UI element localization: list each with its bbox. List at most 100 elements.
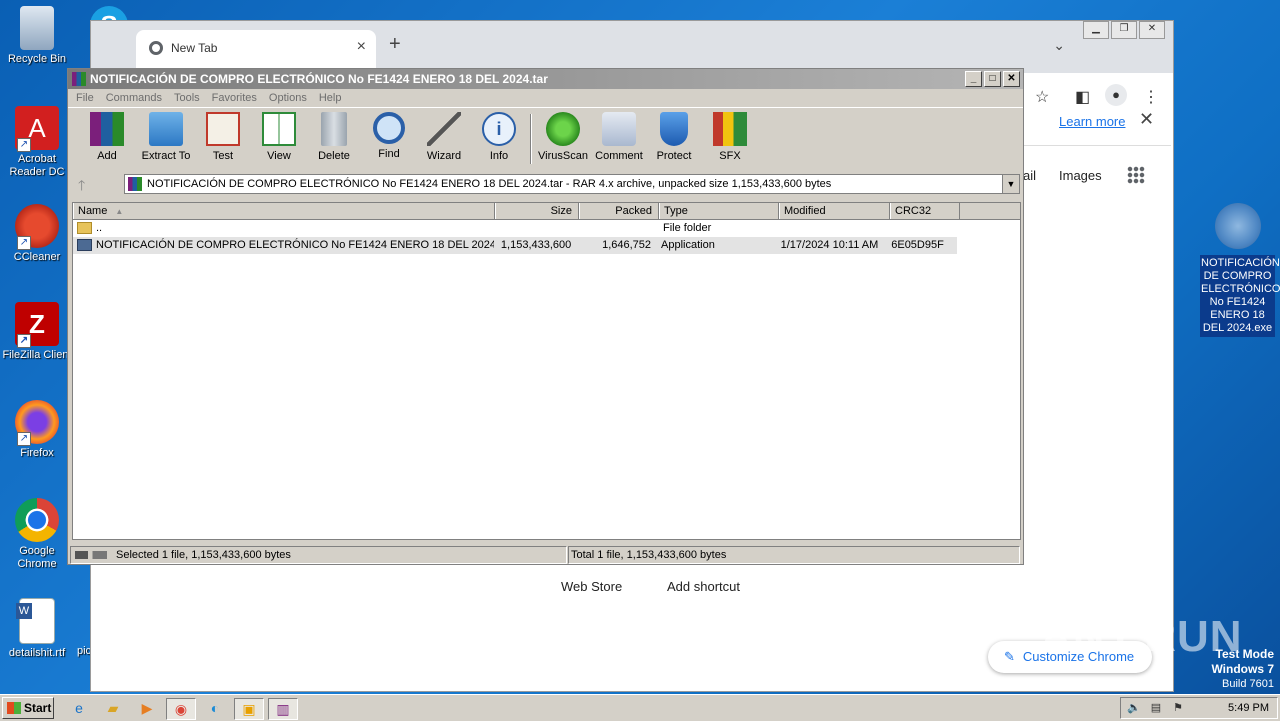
winrar-titlebar[interactable]: NOTIFICACIÓN DE COMPRO ELECTRÓNICO No FE… [68,69,1023,89]
desktop-icon-chrome[interactable]: Google Chrome [0,498,74,571]
wizard-button[interactable]: Wizard [416,112,472,162]
test-button[interactable]: Test [195,112,251,162]
windows-version-line: Windows 7 [1211,662,1274,676]
learn-more-link[interactable]: Learn more [1059,114,1125,129]
word-document-icon: W [16,598,55,644]
google-apps-icon[interactable] [1127,166,1145,184]
archive-path-text: NOTIFICACIÓN DE COMPRO ELECTRÓNICO No FE… [147,178,832,190]
add-button[interactable]: Add [79,112,135,162]
web-store-shortcut[interactable]: Web Store [561,579,622,594]
menu-help[interactable]: Help [313,89,348,107]
desktop-icon-label: Google Chrome [17,545,57,570]
info-button[interactable]: i Info [471,112,527,162]
menu-file[interactable]: File [70,89,100,107]
column-packed[interactable]: Packed [579,203,659,219]
desktop-icon-exe[interactable]: NOTIFICACIÓN DE COMPRO ELECTRÓNICO No FE… [1200,200,1280,337]
new-tab-plus-icon[interactable]: + [389,33,401,56]
protect-button[interactable]: Protect [646,112,702,162]
drive-icon[interactable] [75,551,107,559]
internet-explorer-icon[interactable]: e [68,698,90,718]
winrar-taskbar-icon[interactable]: ▥ [268,698,298,720]
menu-tools[interactable]: Tools [168,89,206,107]
chrome-taskbar-icon[interactable]: ◉ [166,698,196,720]
maximize-icon[interactable]: □ [984,71,1001,87]
network-icon[interactable]: ▤ [1149,701,1163,715]
status-selected-text: Selected 1 file, 1,153,433,600 bytes [116,549,291,561]
column-type[interactable]: Type [659,203,779,219]
media-player-icon[interactable]: ▶ [136,698,158,718]
desktop-icon-label: detailshit.rtf [8,647,66,659]
gmail-link[interactable]: ail [1023,168,1036,183]
menu-commands[interactable]: Commands [100,89,168,107]
virusscan-button[interactable]: VirusScan [535,112,591,162]
tab-close-icon[interactable]: × [357,38,366,56]
view-label: View [267,150,291,162]
extract-to-button[interactable]: Extract To [138,112,194,162]
images-link[interactable]: Images [1059,168,1102,183]
infobar-close-icon[interactable]: ✕ [1139,109,1154,130]
desktop-icon-rtf[interactable]: W detailshit.rtf [0,598,74,660]
taskbar: Start e ▰ ▶ ◉ ◐ ▣ ▥ 🔈 ▤ ⚑ 5:49 PM [0,694,1280,721]
row-type: File folder [663,222,712,234]
system-tray: 🔈 ▤ ⚑ 5:49 PM [1120,697,1278,719]
up-one-level-icon[interactable]: 🡑 [78,175,85,199]
edge-icon[interactable]: ◐ [204,698,226,718]
explorer-folder-icon[interactable]: ▰ [102,698,124,718]
delete-button[interactable]: Delete [306,112,362,162]
row-size: 1,153,433,600 [500,239,572,251]
desktop-icon-recycle-bin[interactable]: Recycle Bin [0,6,74,66]
close-icon[interactable]: ✕ [1139,21,1165,39]
wizard-wand-icon [427,112,461,146]
file-list-header: Name ▲ Size Packed Type Modified CRC32 [73,203,1020,220]
menu-favorites[interactable]: Favorites [206,89,263,107]
comment-button[interactable]: Comment [591,112,647,162]
table-row[interactable]: .. File folder [73,220,1020,237]
minimize-icon[interactable]: _ [965,71,982,87]
start-button[interactable]: Start [2,697,54,719]
view-book-icon [262,112,296,146]
chrome-tab[interactable]: New Tab × [136,30,376,73]
view-button[interactable]: View [251,112,307,162]
pencil-icon: ✎ [1004,649,1015,664]
column-name[interactable]: Name ▲ [73,203,495,219]
desktop-icon-firefox[interactable]: ↗ Firefox [0,400,74,460]
sfx-button[interactable]: SFX [702,112,758,162]
desktop-icon-filezilla[interactable]: Z ↗ FileZilla Client [0,302,74,362]
add-shortcut[interactable]: Add shortcut [667,579,740,594]
minimize-icon[interactable]: ▁ [1083,21,1109,39]
action-center-flag-icon[interactable]: ⚑ [1171,701,1185,715]
office-icon[interactable]: ▣ [234,698,264,720]
dropdown-arrow-icon[interactable]: ▼ [1002,175,1019,193]
desktop-icon-label: Firefox [20,447,54,459]
menu-options[interactable]: Options [263,89,313,107]
find-button[interactable]: Find [361,112,417,160]
chrome-window-controls: ▁ ❐ ✕ [1083,21,1165,39]
test-mode-line: Test Mode [1215,647,1274,661]
column-modified[interactable]: Modified [779,203,890,219]
sfx-box-icon [713,112,747,146]
table-row[interactable]: NOTIFICACIÓN DE COMPRO ELECTRÓNICO No FE… [73,237,957,254]
info-label: Info [489,150,509,162]
desktop-icon-label: FileZilla Client [2,349,72,361]
clock[interactable]: 5:49 PM [1228,698,1269,718]
winrar-window-controls: _ □ ✕ [965,71,1020,87]
archive-path-field[interactable]: NOTIFICACIÓN DE COMPRO ELECTRÓNICO No FE… [124,174,1020,194]
desktop-icon-acrobat[interactable]: A ↗ Acrobat Reader DC [0,106,74,179]
test-label: Test [212,150,234,162]
winrar-toolbar: Add Extract To Test View Delete Find Wiz… [68,107,1023,172]
exe-file-icon [1214,203,1261,249]
add-archive-icon [90,112,124,146]
column-crc32[interactable]: CRC32 [890,203,960,219]
extract-to-label: Extract To [141,150,191,162]
find-label: Find [378,148,400,160]
tab-search-chevron-icon[interactable]: ⌄ [1053,37,1065,54]
column-size[interactable]: Size [495,203,579,219]
comment-icon [602,112,636,146]
winrar-menubar: File Commands Tools Favorites Options He… [68,89,1023,107]
close-icon[interactable]: ✕ [1003,71,1020,87]
test-clipboard-icon [206,112,240,146]
desktop-icon-ccleaner[interactable]: ↗ CCleaner [0,204,74,264]
virus-bug-icon [546,112,580,146]
volume-icon[interactable]: 🔈 [1127,701,1141,715]
maximize-icon[interactable]: ❐ [1111,21,1137,39]
